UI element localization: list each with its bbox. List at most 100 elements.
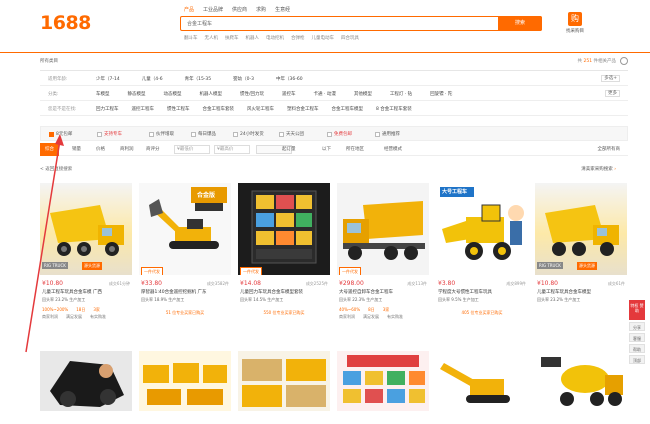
product-image[interactable]: 合金版 一件代发 (139, 183, 231, 275)
suggestion-option[interactable]: 合金工程车套装 (203, 106, 235, 112)
product-card[interactable] (40, 351, 132, 411)
back-link[interactable]: < 返回直接搜索 (40, 167, 72, 172)
product-card[interactable]: 合金版 一件代发 ¥33.80 成交3582件 厚智器1:40合金遥控挖掘机 广… (139, 183, 231, 343)
product-card[interactable] (139, 351, 231, 411)
filter-option[interactable]: 中年（36-60 (276, 76, 303, 82)
tab-products[interactable]: 产品 (184, 6, 194, 13)
hot-word[interactable]: 电动挖机 (266, 35, 284, 41)
filter-option[interactable]: 婴幼（0-3 (233, 76, 254, 82)
filter-option[interactable]: 工程灯 · 钻 (390, 91, 412, 97)
filter-option[interactable]: 卡通 · 动漫 (314, 91, 336, 97)
product-title[interactable]: 厚智器1:40合金遥控挖掘机 广东 (141, 289, 229, 295)
filter-option[interactable]: 机器人模型 (200, 91, 223, 97)
product-title[interactable]: 儿童工程车玩具合金车模型 (537, 289, 625, 295)
help-button[interactable]: 帮助 (629, 344, 645, 353)
product-title[interactable]: 儿童工程车玩具合金车模 广西 (42, 289, 130, 295)
product-title[interactable]: 学程度大号惯性工程车玩具 (438, 289, 526, 295)
suggestion-option[interactable]: 回力工程车 (96, 106, 119, 112)
checkbox[interactable] (149, 131, 154, 137)
product-card[interactable] (238, 351, 330, 411)
service-filter[interactable]: 每日爆品 (191, 131, 216, 137)
hot-word[interactable]: 无人机 (205, 35, 219, 41)
filter-option[interactable]: 惯性/回力玩 (240, 91, 264, 97)
product-image[interactable] (535, 351, 627, 411)
more-button[interactable]: 更多 (605, 90, 620, 97)
region-dropdown[interactable]: 所在地区 (346, 146, 364, 152)
multi-select-button[interactable]: 多选+ (601, 75, 620, 82)
filter-option[interactable]: 动态模型 (164, 91, 182, 97)
suggestion-option[interactable]: 合金工程车模型 (332, 106, 364, 112)
product-card[interactable] (337, 351, 429, 411)
service-filter[interactable]: 支持专车 (97, 131, 122, 137)
tab-industrial-brand[interactable]: 工业品牌 (203, 6, 223, 13)
service-filter[interactable]: 通用推荐 (375, 131, 400, 137)
hot-word[interactable]: 合弹枪 (291, 35, 305, 41)
find-purchase-button[interactable]: 购 找采购目 (561, 12, 589, 34)
filter-option[interactable]: 回旋镖 · 陀 (430, 91, 452, 97)
suggestion-option[interactable]: 惯性工程车 (167, 106, 190, 112)
checkbox[interactable] (97, 131, 102, 137)
filter-option[interactable]: 车模型 (96, 91, 110, 97)
product-title[interactable]: 儿童回力车玩具合金车模型套装 (240, 289, 328, 295)
customer-service-button[interactable]: 客服 (629, 333, 645, 342)
checkbox[interactable] (375, 131, 380, 137)
tab-suppliers[interactable]: 供应商 (232, 6, 247, 13)
breadcrumb-all-categories[interactable]: 所有类目 (40, 59, 58, 64)
filter-option[interactable]: 青年（15-35 (185, 76, 212, 82)
share-button[interactable]: 分享 (629, 322, 645, 331)
max-price-input[interactable]: ¥最高价 (214, 145, 250, 154)
filter-option[interactable]: 少年（7-14 (96, 76, 120, 82)
filter-option[interactable]: 儿童（4-6 (142, 76, 163, 82)
jump-link[interactable]: 清美家采购搜索 › (581, 166, 616, 172)
service-filter[interactable]: 天天公团 (279, 131, 304, 137)
product-image[interactable]: RIG TRUCK 源头货源 (40, 183, 132, 275)
filter-option[interactable]: 静态模型 (128, 91, 146, 97)
product-title[interactable]: 大号遥控自卸车合金工程车 (339, 289, 427, 295)
tab-purchase[interactable]: 求购 (256, 6, 266, 13)
product-card[interactable]: 大号工程车 ¥3.80 成交899件 学程度大号惯性工程车玩具 回头率 9.5%… (436, 183, 528, 343)
filter-option[interactable]: 遥控车 (282, 91, 296, 97)
checkbox[interactable] (279, 131, 284, 137)
service-filter[interactable]: 8元包邮 (49, 131, 72, 137)
help-circle-icon[interactable] (620, 57, 628, 65)
privilege-button[interactable]: 特权 赞助 (629, 300, 645, 320)
checkbox[interactable] (191, 131, 196, 137)
product-card[interactable]: RIG TRUCK 源头货源 ¥10.80 成交61件 儿童工程车玩具合金车模型… (535, 183, 627, 343)
all-merchants-toggle[interactable]: 全部所有商 (598, 146, 621, 152)
hot-word[interactable]: 机器人 (246, 35, 260, 41)
site-logo[interactable]: 1688 (40, 12, 91, 34)
product-image[interactable] (436, 351, 528, 411)
sort-rating[interactable]: 商评分 (146, 146, 160, 152)
product-image[interactable]: 大号工程车 (436, 183, 528, 275)
product-image[interactable]: 一件代发 (238, 183, 330, 275)
filter-option[interactable]: 其他模型 (354, 91, 372, 97)
product-card[interactable] (535, 351, 627, 411)
min-price-input[interactable]: ¥最低价 (174, 145, 210, 154)
hot-word[interactable]: 扶爬车 (225, 35, 239, 41)
product-card[interactable]: 一件代发 ¥298.00 成交113件 大号遥控自卸车合金工程车 回头率 22.… (337, 183, 429, 343)
suggestion-option[interactable]: 遥控工程车 (132, 106, 155, 112)
checkbox[interactable] (49, 131, 54, 137)
sort-default[interactable]: 综合 (40, 143, 59, 156)
product-image[interactable]: 一件代发 (337, 183, 429, 275)
suggestion-option[interactable]: 8 合金工程车套装 (376, 106, 412, 112)
product-image[interactable] (337, 351, 429, 411)
hot-word[interactable]: 翻斗车 (184, 35, 198, 41)
sort-sales[interactable]: 销量 (72, 146, 81, 152)
search-button[interactable]: 搜索 (498, 15, 542, 31)
product-card[interactable] (436, 351, 528, 411)
product-card[interactable]: RIG TRUCK 源头货源 ¥10.80 成交61分钟 儿童工程车玩具合金车模… (40, 183, 132, 343)
hot-word[interactable]: 四合玩具 (341, 35, 359, 41)
checkbox[interactable] (233, 131, 238, 137)
suggestion-option[interactable]: 塑料合金工程车 (287, 106, 319, 112)
search-input[interactable]: 合金工程车 (187, 20, 487, 28)
product-image[interactable] (40, 351, 132, 411)
tab-business[interactable]: 生意经 (275, 6, 290, 13)
hot-word[interactable]: 儿童电动车 (312, 35, 335, 41)
service-filter[interactable]: 24小时发货 (233, 131, 264, 137)
back-to-top-button[interactable]: 顶部 (629, 355, 645, 364)
service-filter[interactable]: 伙伴增取 (149, 131, 174, 137)
product-image[interactable]: RIG TRUCK 源头货源 (535, 183, 627, 275)
product-image[interactable] (238, 351, 330, 411)
suggestion-option[interactable]: 风火轮工程车 (247, 106, 274, 112)
